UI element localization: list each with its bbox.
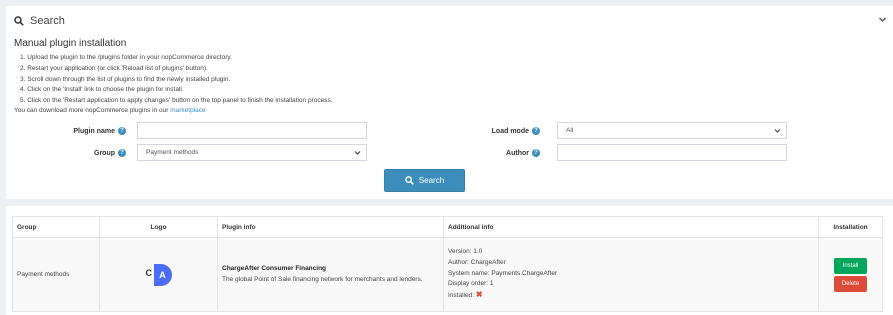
plugin-name-label: Plugin name ? xyxy=(26,127,126,135)
load-mode-label: Load mode ? xyxy=(436,127,540,135)
help-icon[interactable]: ? xyxy=(532,149,540,157)
installation-steps: 1. Upload the plugin to the /plugins fol… xyxy=(20,53,333,107)
row-installation: Install Delete xyxy=(818,237,883,312)
search-panel: Search Manual plugin installation 1. Upl… xyxy=(6,6,893,199)
row-group: Payment methods xyxy=(12,237,100,312)
search-panel-header[interactable]: Search xyxy=(14,15,65,27)
chevron-down-icon[interactable] xyxy=(878,15,887,24)
step-item: 1. Upload the plugin to the /plugins fol… xyxy=(20,54,232,61)
step-item: 4. Click on the 'Install' link to choose… xyxy=(20,86,184,94)
search-icon xyxy=(14,16,24,26)
step-item: 2. Restart your application (or click 'R… xyxy=(20,64,208,72)
chargeafter-logo: C A xyxy=(145,263,172,286)
help-icon[interactable]: ? xyxy=(118,127,126,135)
delete-button[interactable]: Delete xyxy=(834,275,867,292)
plugin-description: The global Point of Sale financing netwo… xyxy=(222,276,423,283)
not-installed-icon: ✖ xyxy=(475,290,483,300)
logo-letter-a: A xyxy=(153,263,172,286)
install-button[interactable]: Install xyxy=(834,257,867,274)
column-header-group[interactable]: Group xyxy=(12,216,100,238)
plugin-installed-status: Installed: ✖ xyxy=(448,290,483,300)
help-icon[interactable]: ? xyxy=(532,127,540,135)
plugins-results-panel: Group Logo Plugin info Additional info I… xyxy=(6,206,893,315)
step-item: 3. Scroll down through the list of plugi… xyxy=(20,75,231,83)
plugin-author: Author: ChargeAfter xyxy=(448,258,506,266)
marketplace-link[interactable]: marketplace xyxy=(170,107,205,114)
load-mode-select[interactable]: All xyxy=(557,122,787,139)
column-header-additional-info[interactable]: Additional info xyxy=(443,216,819,238)
chevron-down-icon xyxy=(774,129,781,133)
row-additional-info: Version: 1.0 Author: ChargeAfter System … xyxy=(443,237,819,312)
help-icon[interactable]: ? xyxy=(118,149,126,157)
manual-installation-title: Manual plugin installation xyxy=(14,38,127,49)
column-header-plugin-info[interactable]: Plugin info xyxy=(217,216,444,238)
table-header-row: Group Logo Plugin info Additional info I… xyxy=(12,216,883,238)
author-label: Author ? xyxy=(436,149,540,157)
plugin-name-input[interactable] xyxy=(137,122,367,139)
search-panel-title: Search xyxy=(30,15,65,27)
search-button-label: Search xyxy=(418,176,445,185)
plugin-name: ChargeAfter Consumer Financing xyxy=(222,265,327,272)
download-text: You can download more nopCommerce plugin… xyxy=(14,107,169,114)
column-header-installation[interactable]: Installation xyxy=(818,216,883,238)
plugin-version: Version: 1.0 xyxy=(448,248,483,255)
column-header-logo[interactable]: Logo xyxy=(99,216,218,238)
group-select[interactable]: Payment methods xyxy=(137,144,367,161)
chevron-down-icon xyxy=(354,151,361,155)
plugin-system-name: System name: Payments.ChargeAfter xyxy=(448,269,558,277)
table-row: Payment methods C A ChargeAfter Consumer… xyxy=(12,237,883,312)
row-logo-cell: C A xyxy=(99,237,218,312)
plugin-display-order: Display order: 1 xyxy=(448,280,494,288)
search-icon xyxy=(404,176,414,185)
download-note: You can download more nopCommerce plugin… xyxy=(14,107,206,114)
plugins-table: Group Logo Plugin info Additional info I… xyxy=(12,216,883,312)
row-plugin-info: ChargeAfter Consumer Financing The globa… xyxy=(217,237,444,312)
logo-letter-c: C xyxy=(145,267,153,278)
author-input[interactable] xyxy=(557,144,787,161)
group-label: Group ? xyxy=(26,149,126,157)
search-button[interactable]: Search xyxy=(384,169,465,192)
step-item: 5. Click on the 'Restart application to … xyxy=(20,97,333,105)
